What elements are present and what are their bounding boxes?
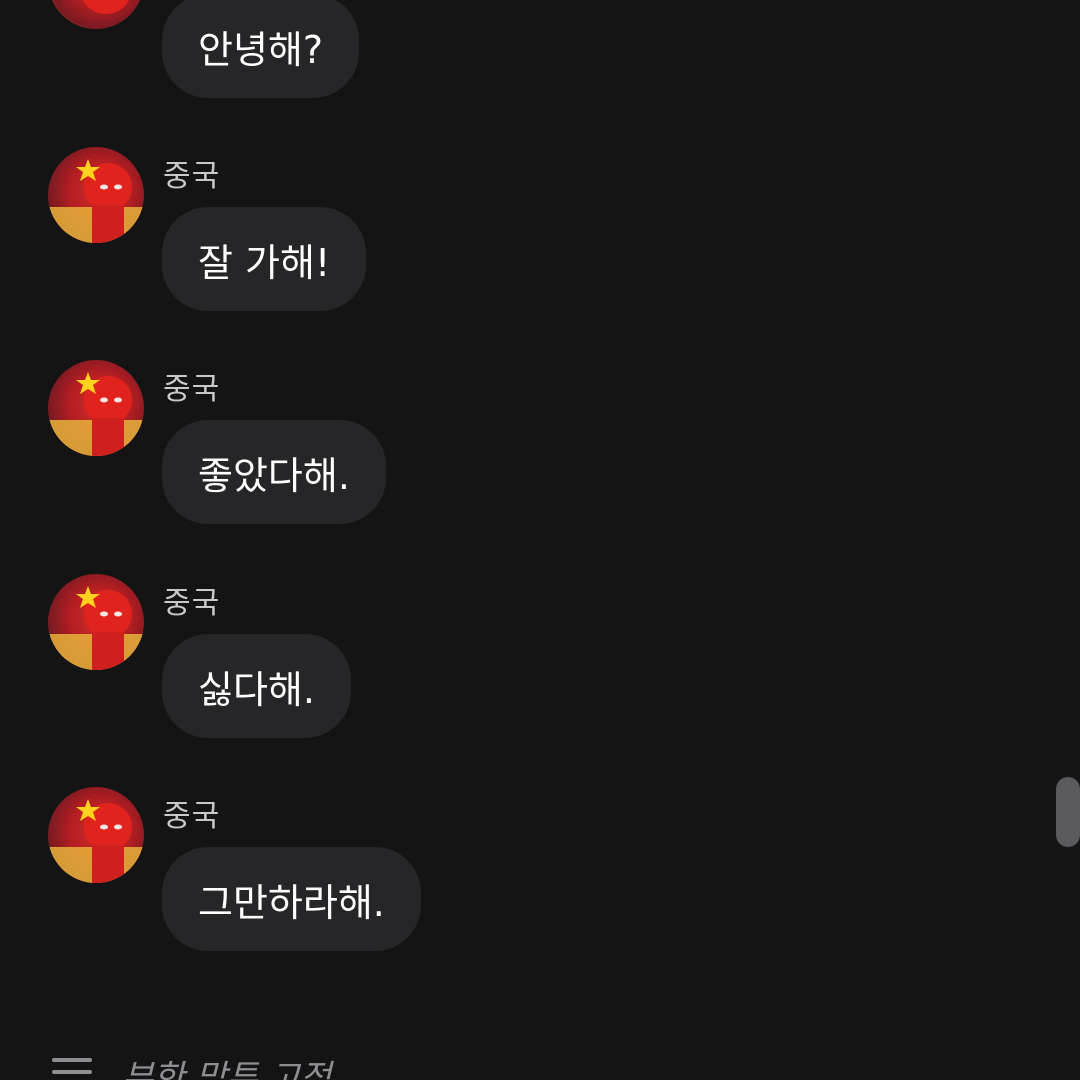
avatar[interactable] (48, 360, 144, 456)
chat-screen: 안녕해? 중국 잘 가해! 중국 좋았다해. 중국 싫다해. 중국 그만하라해.… (0, 0, 1080, 1080)
menu-icon[interactable] (52, 1058, 92, 1080)
message-bubble[interactable]: 그만하라해. (162, 847, 421, 951)
sender-name: 중국 (163, 586, 221, 621)
sender-name: 중국 (163, 799, 221, 834)
message-bubble[interactable]: 잘 가해! (162, 207, 367, 311)
avatar-icon (48, 799, 144, 883)
avatar[interactable] (48, 787, 144, 883)
avatar[interactable] (48, 147, 144, 243)
message-text: 그만하라해. (198, 880, 385, 925)
bottom-bar-label[interactable]: 부한 맏투 고정 (122, 1050, 331, 1080)
message-bubble[interactable]: 싫다해. (162, 634, 351, 738)
sender-name: 중국 (163, 372, 221, 407)
bottom-bar: 부한 맏투 고정 (0, 1040, 1080, 1080)
message-text: 싫다해. (198, 667, 315, 712)
avatar-icon (48, 586, 144, 670)
scrollbar-thumb[interactable] (1056, 777, 1080, 847)
message-text: 안녕해? (198, 27, 324, 72)
message-bubble[interactable]: 좋았다해. (162, 420, 386, 524)
avatar[interactable] (48, 574, 144, 670)
message-bubble[interactable]: 안녕해? (162, 0, 360, 98)
message-text: 잘 가해! (198, 240, 331, 285)
sender-name: 중국 (163, 159, 221, 194)
avatar-icon (82, 0, 130, 14)
avatar-icon (48, 159, 144, 243)
avatar[interactable] (48, 0, 144, 29)
avatar-icon (48, 372, 144, 456)
message-text: 좋았다해. (198, 453, 350, 498)
